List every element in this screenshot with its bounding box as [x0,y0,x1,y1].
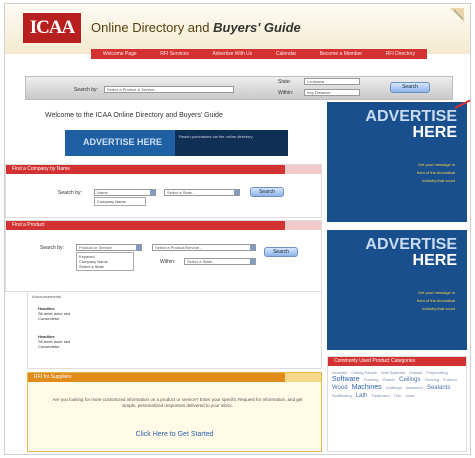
category-tag[interactable]: Insulation [406,385,423,390]
red-arrow-icon [454,99,470,109]
site-logo[interactable]: ICAA [23,13,81,43]
advertise-banner[interactable]: ADVERTISE HERE Reach purchasers via the … [65,130,288,156]
nav-item-calendar[interactable]: Calendar [276,51,296,57]
product-search-label: Search by: [40,245,64,251]
site-title-bold: Buyers' Guide [213,20,301,35]
within-select[interactable]: Any Distance [304,89,360,96]
announcements-title: Announcements [32,294,61,299]
find-company-box: Find a Company by Name Search by: Name S… [5,164,322,218]
site-title: Online Directory and Buyers' Guide [91,20,301,35]
category-tag[interactable]: Software [332,376,360,383]
get-started-header: RFI for Suppliers [28,373,321,382]
ad-subtext: Get your message in [418,162,455,167]
nav-item-rfi-directory[interactable]: RFI Directory [386,51,415,57]
product-service-select[interactable]: Select a Product/Service... [152,244,256,251]
category-tag[interactable]: Machines [352,384,382,391]
ad-subtext: front of the Acoustical [416,298,455,303]
category-tag[interactable]: Ceilings [399,377,420,383]
category-tag[interactable]: Sealants [427,385,450,391]
site-header: ICAA Online Directory and Buyers' Guide [5,4,470,54]
company-name-select[interactable]: Name [94,189,156,196]
category-tag[interactable]: Framing [364,377,379,382]
product-search-button[interactable]: Search [264,247,298,257]
product-type-select[interactable]: Product or Service [76,244,142,251]
category-tag[interactable]: Flooring [425,377,439,382]
ad-title-line2: HERE [412,252,457,269]
company-dropdown: Company Name [94,197,146,206]
category-tag[interactable]: Fasteners [372,393,390,398]
get-started-description: Are you looking for more customized info… [52,397,303,408]
categories-box: Commonly Used Product Categories Acousti… [327,356,467,452]
find-company-header: Find a Company by Name [6,165,321,174]
state-select[interactable]: Louisiana [304,78,360,85]
categories-header: Commonly Used Product Categories [328,357,466,366]
ad-subtext: industry that count [422,306,455,311]
category-tag[interactable]: Exterior [443,377,457,382]
search-bar: Search by: Select a Product & Service...… [25,76,453,100]
announcement-line: Consectetur [38,344,60,349]
category-tag[interactable]: Drywall [409,370,422,375]
ad-title-line2: HERE [412,124,457,141]
nav-item-advertise[interactable]: Advertise With Us [213,51,253,57]
ad-subtext: front of the Acoustical [416,170,455,175]
category-tag[interactable]: Scaffolding [332,393,352,398]
search-button[interactable]: Search [390,82,430,93]
advertise-ad-2[interactable]: ADVERTISE HERE Get your message in front… [327,230,467,350]
company-dropdown-option[interactable]: Company Name [97,199,143,204]
welcome-text: Welcome to the ICAA Online Directory and… [45,112,223,119]
category-tag[interactable]: more [405,393,414,398]
get-started-box: RFI for Suppliers Are you looking for mo… [27,372,322,452]
category-tag[interactable]: Wall Systems [381,370,405,375]
ad-subtext: industry that count [422,178,455,183]
category-tag[interactable]: Acoustic [332,370,347,375]
get-started-link[interactable]: Click Here to Get Started [28,431,321,438]
category-tag[interactable]: Ceiling Panels [351,370,377,375]
category-tag[interactable]: Coatings [386,385,402,390]
category-tag[interactable]: Wood [332,385,348,391]
advertise-banner-title: ADVERTISE HERE [83,137,163,147]
categories-tag-cloud: Acoustic Ceiling Panels Wall Systems Dry… [328,366,466,403]
category-tag[interactable]: Lath [356,393,368,399]
search-by-label: Search by: [74,87,98,93]
product-dropdown-option[interactable]: Select a State [79,264,131,269]
category-tag[interactable]: Fireproofing [426,370,447,375]
find-product-box: Find a Product Search by: Product or Ser… [5,220,322,292]
category-tag[interactable]: Plaster [383,377,395,382]
within-label: Within: [278,90,294,96]
company-search-button[interactable]: Search [250,187,284,197]
state-label: State: [278,79,292,85]
page-frame: ICAA Online Directory and Buyers' Guide … [4,3,471,455]
announcements-box: Announcements Headline Sit amet dolor se… [27,291,322,369]
announcement-item[interactable]: Headline Sit amet dolor sed Consectetur [38,306,70,321]
pin-icon [450,8,464,22]
advertise-ad-1[interactable]: ADVERTISE HERE Get your message in front… [327,102,467,222]
nav-item-become-member[interactable]: Become a Member [320,51,362,57]
product-within-select[interactable]: Select a State... [184,258,256,265]
announcement-line: Consectetur [38,316,60,321]
nav-item-rfi-services[interactable]: RFI Services [160,51,189,57]
site-title-plain: Online Directory and [91,20,210,35]
main-nav: Welcome Page RFI Services Advertise With… [91,49,427,59]
company-state-select[interactable]: Select a State... [164,189,240,196]
ad-subtext: Get your message in [418,290,455,295]
find-product-header: Find a Product [6,221,321,230]
nav-item-welcome[interactable]: Welcome Page [103,51,137,57]
advertise-banner-sub: Reach purchasers via the online director… [175,130,288,156]
product-dropdown: Keyword Company Name Select a State [76,252,134,271]
product-within-label: Within: [160,259,176,265]
search-by-select[interactable]: Select a Product & Service... [104,86,234,93]
category-tag[interactable]: Trim [394,393,402,398]
company-search-label: Search by: [58,190,82,196]
announcement-item[interactable]: Headline Sit amet dolor sed Consectetur [38,334,70,349]
